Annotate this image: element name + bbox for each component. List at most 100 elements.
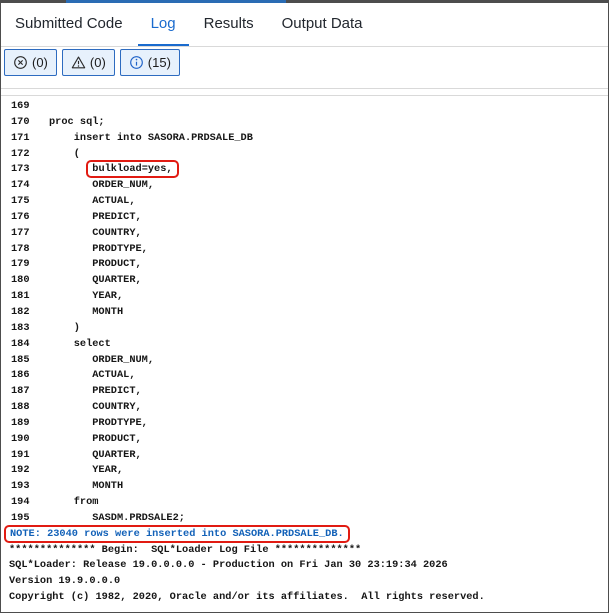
log-line: 185 ORDER_NUM,: [9, 353, 608, 369]
line-number: 187: [11, 385, 30, 398]
log-line: 177 COUNTRY,: [9, 226, 608, 242]
log-line: 170 proc sql;: [9, 115, 608, 131]
log-output-line: Copyright (c) 1982, 2020, Oracle and/or …: [9, 591, 485, 604]
log-line: 174 ORDER_NUM,: [9, 178, 608, 194]
line-text: PREDICT,: [49, 385, 142, 398]
line-number: 172: [11, 147, 30, 160]
line-number: 170: [11, 115, 30, 128]
log-line: 184 select: [9, 337, 608, 353]
line-number: 185: [11, 353, 30, 366]
log-line: 171 insert into SASORA.PRDSALE_DB: [9, 131, 608, 147]
errors-count-label: (0): [32, 55, 48, 70]
line-number: 176: [11, 210, 30, 223]
line-number: 192: [11, 464, 30, 477]
log-toolbar: (0) (0) (15): [1, 47, 608, 89]
line-text: MONTH: [49, 480, 124, 493]
line-text: (: [49, 147, 80, 160]
log-line: 181 YEAR,: [9, 289, 608, 305]
log-content[interactable]: 169 170 proc sql; 171 insert into SASORA.PR…: [1, 95, 608, 611]
line-text: QUARTER,: [49, 274, 142, 287]
line-text: COUNTRY,: [49, 226, 142, 239]
line-number: 183: [11, 321, 30, 334]
line-text: PRODUCT,: [49, 258, 142, 271]
line-text: ACTUAL,: [49, 195, 136, 208]
line-number: 171: [11, 131, 30, 144]
line-number: 188: [11, 401, 30, 414]
log-line: 189 PRODTYPE,: [9, 416, 608, 432]
line-text: ): [49, 321, 80, 334]
line-number: 175: [11, 195, 30, 208]
line-number: 173: [11, 163, 30, 176]
log-line: 169: [9, 99, 608, 115]
line-text: PRODUCT,: [49, 432, 142, 445]
line-text: COUNTRY,: [49, 401, 142, 414]
highlight-box-bulkload: bulkload=yes,: [86, 160, 179, 179]
line-text: insert into SASORA.PRDSALE_DB: [49, 131, 253, 144]
log-line: 194 from: [9, 495, 608, 511]
highlight-box-note: NOTE: 23040 rows were inserted into SASO…: [4, 524, 350, 543]
line-number: 182: [11, 305, 30, 318]
line-number: 186: [11, 369, 30, 382]
log-line: 182 MONTH: [9, 305, 608, 321]
line-number: 180: [11, 274, 30, 287]
log-output-line: ************** Begin: SQL*Loader Log Fil…: [9, 543, 362, 556]
log-output-line: SQL*Loader: Release 19.0.0.0.0 - Product…: [9, 559, 448, 572]
tab-log[interactable]: Log: [137, 3, 189, 46]
log-line: 175 ACTUAL,: [9, 194, 608, 210]
line-number: 194: [11, 496, 30, 509]
log-viewer-window: Submitted Code Log Results Output Data (0): [0, 0, 609, 613]
line-text: YEAR,: [49, 290, 124, 303]
line-number: 184: [11, 337, 30, 350]
line-number: 179: [11, 258, 30, 271]
line-text: ORDER_NUM,: [49, 179, 155, 192]
line-text: QUARTER,: [49, 448, 142, 461]
line-number: 191: [11, 448, 30, 461]
line-text: from: [49, 496, 99, 509]
errors-badge-button[interactable]: (0): [4, 49, 57, 76]
warnings-count-label: (0): [89, 55, 106, 70]
info-circle-icon: [129, 55, 144, 70]
log-line: 190 PRODUCT,: [9, 432, 608, 448]
warnings-badge-button[interactable]: (0): [61, 49, 115, 76]
line-number: 177: [11, 226, 30, 239]
log-line: 186 ACTUAL,: [9, 368, 608, 384]
log-note-line: NOTE: 23040 rows were inserted into SASO…: [4, 524, 608, 543]
log-line: 187 PREDICT,: [9, 384, 608, 400]
log-line: 173 bulkload=yes,: [9, 160, 608, 179]
log-line: 192 YEAR,: [9, 463, 608, 479]
line-text: PRODTYPE,: [49, 242, 148, 255]
log-line: 191 QUARTER,: [9, 448, 608, 464]
line-number: 174: [11, 179, 30, 192]
line-text: proc sql;: [49, 115, 105, 128]
line-number: 181: [11, 290, 30, 303]
line-text: select: [49, 337, 111, 350]
log-line: 180 QUARTER,: [9, 273, 608, 289]
log-line: 178 PRODTYPE,: [9, 242, 608, 258]
line-text: YEAR,: [49, 464, 124, 477]
line-number: 193: [11, 480, 30, 493]
line-text: ORDER_NUM,: [49, 353, 155, 366]
line-text: PREDICT,: [49, 210, 142, 223]
log-output-line: Version 19.9.0.0.0: [9, 575, 121, 588]
line-text: SASDM.PRDSALE2;: [49, 511, 185, 524]
notes-badge-button[interactable]: (15): [119, 49, 180, 76]
log-line: 179 PRODUCT,: [9, 257, 608, 273]
tab-output-data[interactable]: Output Data: [269, 3, 376, 46]
log-line: 193 MONTH: [9, 479, 608, 495]
tab-bar: Submitted Code Log Results Output Data: [1, 3, 608, 47]
tab-results[interactable]: Results: [191, 3, 267, 46]
error-circle-icon: [13, 55, 28, 70]
notes-count-label: (15): [147, 55, 171, 70]
line-number: 178: [11, 242, 30, 255]
line-text: MONTH: [49, 305, 124, 318]
log-line: 176 PREDICT,: [9, 210, 608, 226]
warning-triangle-icon: [71, 55, 86, 70]
tab-submitted-code[interactable]: Submitted Code: [2, 3, 136, 46]
line-text: ACTUAL,: [49, 369, 136, 382]
log-line: 183 ): [9, 321, 608, 337]
log-line: 188 COUNTRY,: [9, 400, 608, 416]
line-number: 190: [11, 432, 30, 445]
line-number: 189: [11, 416, 30, 429]
line-text: PRODTYPE,: [49, 416, 148, 429]
line-number: 169: [11, 100, 30, 112]
